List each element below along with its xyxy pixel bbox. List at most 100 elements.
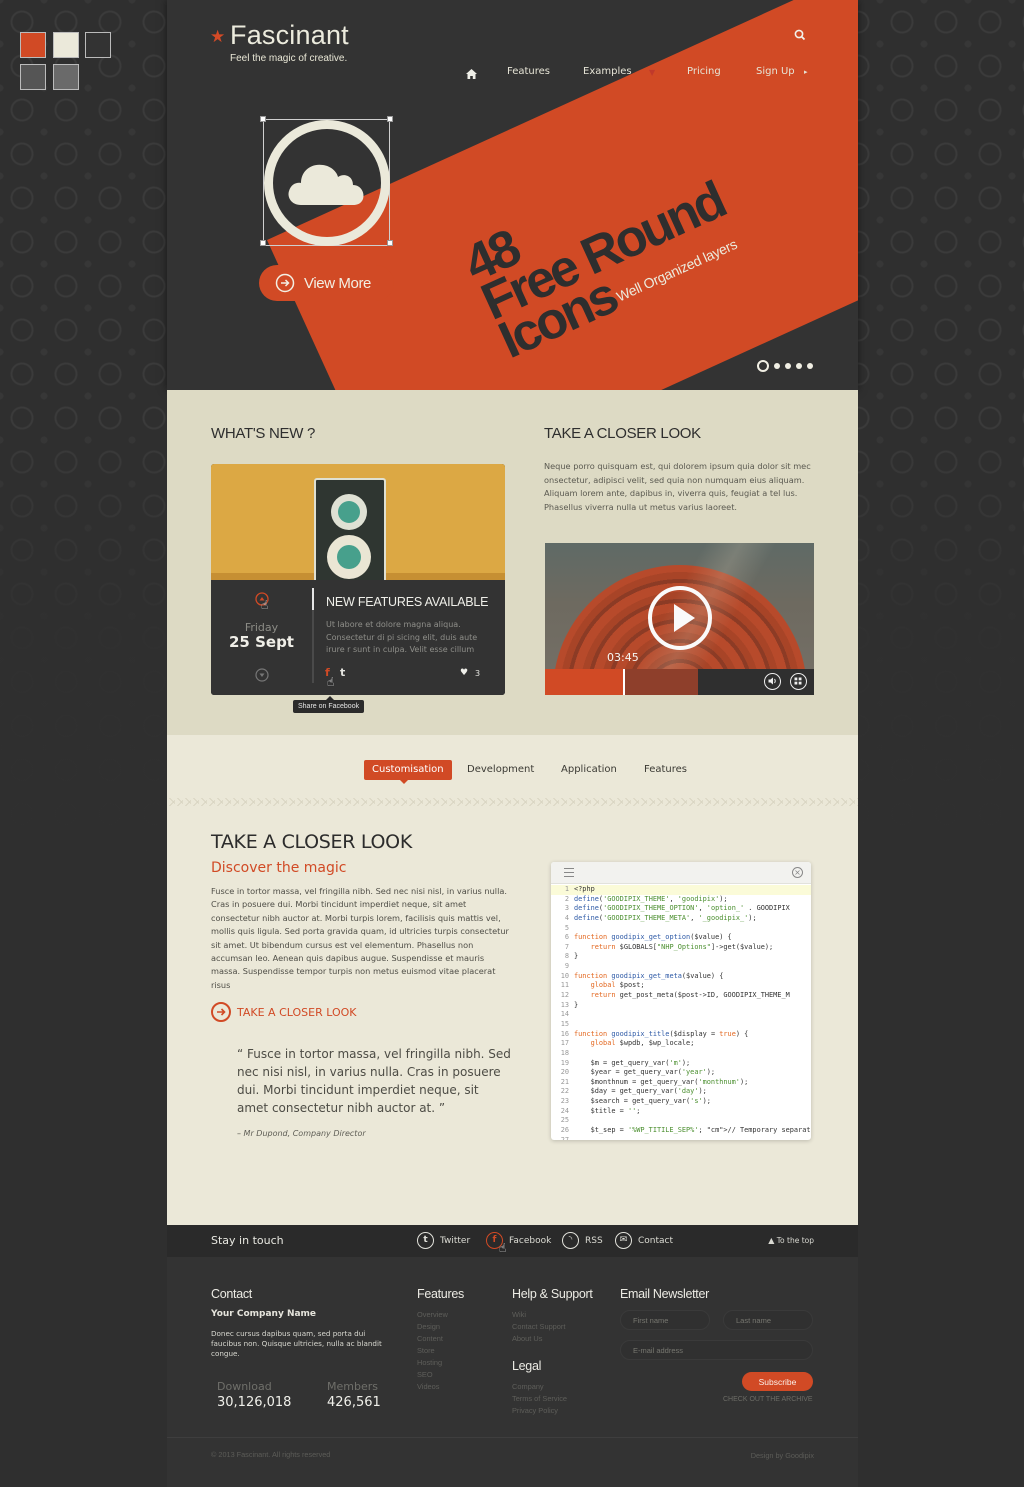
nav-examples[interactable]: Examples — [583, 66, 632, 77]
code-text: $title = ''; — [574, 1106, 641, 1115]
footer-link[interactable]: About Us — [512, 1334, 542, 1343]
play-icon[interactable] — [648, 586, 712, 650]
slider-dot-2[interactable] — [774, 363, 780, 369]
code-line: 19 $m = get_query_var('m'); — [551, 1059, 811, 1069]
code-line: 7 return $GLOBALS["NHP_Options"]->get($v… — [551, 943, 811, 953]
footer-link[interactable]: Wiki — [512, 1310, 526, 1319]
line-number: 17 — [560, 1039, 569, 1048]
nav-features[interactable]: Features — [507, 66, 550, 77]
line-number: 23 — [560, 1097, 569, 1106]
stay-in-touch-label: Stay in touch — [211, 1234, 284, 1247]
line-number: 20 — [560, 1068, 569, 1077]
code-line: 15 — [551, 1020, 811, 1030]
slider-dot-1[interactable] — [757, 360, 769, 372]
footer-link[interactable]: Store — [417, 1346, 435, 1355]
line-number: 2 — [564, 894, 569, 903]
news-text: Ut labore et dolore magna aliqua. Consec… — [326, 620, 478, 654]
first-name-input[interactable] — [620, 1310, 710, 1330]
twitter-icon[interactable]: t — [340, 666, 345, 679]
code-line: 16 function goodipix_title($display = tru… — [551, 1030, 811, 1040]
home-icon[interactable] — [466, 69, 477, 79]
search-icon[interactable] — [794, 29, 806, 41]
tab-features[interactable]: Features — [636, 760, 695, 780]
cloud-icon — [288, 164, 364, 205]
menu-icon[interactable] — [564, 868, 574, 877]
footer-link[interactable]: Design — [417, 1322, 440, 1331]
email-input[interactable] — [620, 1340, 813, 1360]
social-label: Twitter — [440, 1235, 471, 1246]
social-label: Contact — [638, 1235, 674, 1246]
code-text: $year = get_query_var('year'); — [574, 1068, 716, 1077]
chevron-up-icon: ▲ — [768, 1236, 775, 1245]
code-line: 27 — [551, 1136, 811, 1140]
footer-contact-heading: Contact — [211, 1287, 252, 1301]
footer-help-heading: Help & Support — [512, 1287, 593, 1301]
code-line: 9 — [551, 962, 811, 972]
tab-customisation[interactable]: Customisation — [364, 760, 452, 784]
resize-handle[interactable] — [387, 116, 393, 122]
volume-icon[interactable] — [764, 673, 781, 690]
video-scrubber[interactable] — [623, 669, 625, 695]
heart-icon[interactable]: ♥ — [460, 668, 468, 678]
camera-icon — [314, 478, 386, 580]
chevron-down-icon[interactable]: ▼ — [649, 68, 655, 77]
footer-link[interactable]: SEO — [417, 1370, 433, 1379]
footer-link[interactable]: Privacy Policy — [512, 1406, 558, 1415]
swatch-gray[interactable] — [20, 64, 46, 90]
code-line: 26 $t_sep = '%WP_TITILE_SEP%'; "cm">// T… — [551, 1126, 811, 1136]
code-line: 3 define('GOODIPIX_THEME_OPTION', 'option… — [551, 904, 811, 914]
tab-development[interactable]: Development — [459, 760, 542, 780]
slider-dot-3[interactable] — [785, 363, 791, 369]
slider-dot-4[interactable] — [796, 363, 802, 369]
news-title[interactable]: NEW FEATURES AVAILABLE — [326, 595, 489, 609]
design-credit[interactable]: Design by Goodipix — [751, 1451, 814, 1460]
line-number: 10 — [560, 971, 569, 980]
close-icon[interactable]: × — [792, 867, 803, 878]
footer-link[interactable]: Contact Support — [512, 1322, 565, 1331]
closer-look-label: TAKE A CLOSER LOOK — [237, 1005, 357, 1019]
footer-link[interactable]: Videos — [417, 1382, 439, 1391]
fullscreen-icon[interactable] — [790, 673, 807, 690]
line-number: 8 — [564, 952, 569, 961]
logo[interactable]: Fascinant — [230, 20, 349, 51]
nav-sign-up[interactable]: Sign Up — [756, 66, 795, 77]
social-link-contact[interactable]: ✉ Contact — [615, 1232, 673, 1249]
arrow-down-icon[interactable] — [255, 668, 269, 682]
archive-link[interactable]: CHECK OUT THE ARCHIVE — [723, 1396, 813, 1403]
code-text: define('GOODIPIX_THEME_META', '_goodipix… — [574, 913, 757, 922]
subscribe-button[interactable]: Subscribe — [742, 1372, 813, 1391]
to-top-link[interactable]: ▲ To the top — [768, 1236, 814, 1245]
feature-body: Fusce in tortor massa, vel fringilla nib… — [211, 886, 509, 990]
social-link-facebook[interactable]: f Facebook — [486, 1232, 551, 1249]
tagline: Feel the magic of creative. — [230, 53, 348, 64]
swatch-light-gray[interactable] — [53, 64, 79, 90]
swatch-cream[interactable] — [53, 32, 79, 58]
resize-handle[interactable] — [260, 240, 266, 246]
line-number: 13 — [560, 1000, 569, 1009]
swatch-dark[interactable] — [85, 32, 111, 58]
code-line: 1 <?php — [551, 885, 811, 895]
video-player[interactable]: 03:45 — [545, 543, 814, 695]
tab-application[interactable]: Application — [553, 760, 625, 780]
camera-illustration — [211, 464, 505, 580]
code-text: function goodipix_get_option($value) { — [574, 933, 732, 942]
footer-link[interactable]: Content — [417, 1334, 443, 1343]
swatch-orange[interactable] — [20, 32, 46, 58]
social-link-rss[interactable]: ◝ RSS — [562, 1232, 603, 1249]
slider-dot-5[interactable] — [807, 363, 813, 369]
footer-link[interactable]: Company — [512, 1382, 544, 1391]
social-link-twitter[interactable]: t Twitter — [417, 1232, 470, 1249]
resize-handle[interactable] — [260, 116, 266, 122]
footer-link[interactable]: Terms of Service — [512, 1394, 567, 1403]
resize-handle[interactable] — [387, 240, 393, 246]
footer-link[interactable]: Overview — [417, 1310, 448, 1319]
last-name-input[interactable] — [723, 1310, 813, 1330]
nav-pricing[interactable]: Pricing — [687, 66, 721, 77]
line-number: 1 — [564, 885, 569, 893]
closer-look-link[interactable]: TAKE A CLOSER LOOK — [211, 1002, 357, 1022]
footer-link[interactable]: Hosting — [417, 1358, 442, 1367]
view-more-button[interactable]: View More — [259, 265, 394, 301]
line-number: 6 — [564, 933, 569, 942]
code-text: $search = get_query_var('s'); — [574, 1097, 711, 1106]
footer-divider — [167, 1437, 858, 1438]
